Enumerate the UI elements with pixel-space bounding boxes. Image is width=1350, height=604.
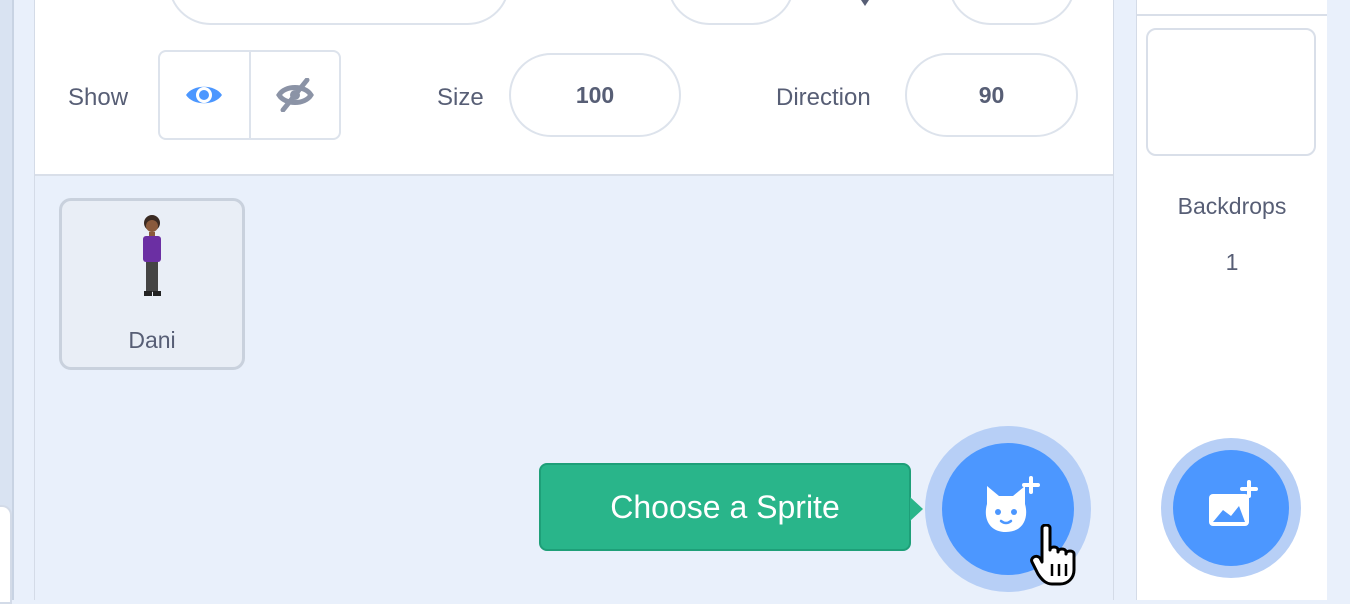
image-plus-icon: [1209, 480, 1258, 526]
add-backdrop-button[interactable]: [1173, 450, 1289, 566]
show-toggle-group: [158, 50, 341, 140]
x-position-input[interactable]: [667, 0, 795, 25]
sprite-info-panel: Show Size 100 Direction 90: [35, 0, 1113, 176]
show-visible-button[interactable]: [160, 52, 249, 138]
sprite-name: Dani: [128, 327, 176, 353]
eye-slash-icon: [275, 78, 314, 112]
add-backdrop-button-halo: [1161, 438, 1301, 578]
choose-sprite-tooltip: Choose a Sprite: [539, 463, 923, 551]
sprite-name-input[interactable]: [168, 0, 510, 25]
backdrops-count: 1: [1225, 249, 1239, 275]
sprite-thumbnail: [143, 215, 161, 296]
size-input[interactable]: 100: [509, 53, 681, 137]
stage-thumbnail[interactable]: [1146, 28, 1316, 156]
stage-pane: Backdrops 1: [1136, 0, 1328, 600]
tooltip-text: Choose a Sprite: [610, 488, 840, 525]
hand-cursor-icon: [1030, 524, 1076, 586]
size-label: Size: [437, 84, 484, 111]
sprite-pane: Show Size 100 Direction 90 Dani Choose a…: [34, 0, 1114, 600]
code-area-corner: [0, 505, 12, 604]
show-hidden-button[interactable]: [248, 52, 340, 138]
sprite-tile[interactable]: Dani: [59, 198, 245, 370]
direction-label: Direction: [776, 84, 871, 111]
stage-pane-divider: [1137, 14, 1327, 16]
direction-input[interactable]: 90: [905, 53, 1078, 137]
eye-icon: [186, 86, 223, 104]
show-label: Show: [68, 84, 129, 111]
window-right-edge: [1327, 0, 1350, 600]
code-area-edge: [0, 0, 14, 604]
y-axis-icon: [861, 0, 869, 6]
y-position-input[interactable]: [948, 0, 1076, 25]
backdrops-label: Backdrops: [1177, 193, 1287, 219]
